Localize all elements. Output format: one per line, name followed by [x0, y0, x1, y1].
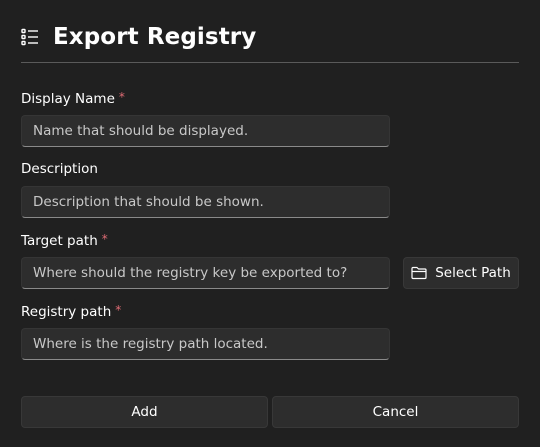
target-path-placeholder: Where should the registry key be exporte… [33, 265, 348, 281]
registry-path-label: Registry path * [21, 303, 121, 320]
registry-path-placeholder: Where is the registry path located. [33, 336, 268, 352]
display-name-input[interactable]: Name that should be displayed. [21, 115, 390, 147]
select-path-button[interactable]: Select Path [403, 257, 519, 289]
display-name-label-text: Display Name [21, 91, 115, 107]
header-divider [21, 62, 519, 63]
list-icon [21, 28, 39, 46]
required-mark: * [115, 303, 122, 317]
folder-icon [411, 266, 427, 280]
registry-path-input[interactable]: Where is the registry path located. [21, 328, 390, 360]
export-registry-dialog: Export Registry Display Name * Name that … [0, 0, 540, 447]
description-label-text: Description [21, 161, 98, 177]
registry-path-label-text: Registry path [21, 304, 112, 320]
select-path-label: Select Path [435, 265, 511, 281]
description-placeholder: Description that should be shown. [33, 194, 264, 210]
cancel-button[interactable]: Cancel [272, 396, 519, 428]
required-mark: * [101, 232, 108, 246]
target-path-label-text: Target path [21, 233, 98, 249]
display-name-label: Display Name * [21, 90, 125, 107]
add-button[interactable]: Add [21, 396, 268, 428]
dialog-header: Export Registry [21, 20, 256, 54]
description-label: Description [21, 161, 98, 177]
dialog-title: Export Registry [53, 24, 257, 50]
description-input[interactable]: Description that should be shown. [21, 186, 390, 218]
target-path-input[interactable]: Where should the registry key be exporte… [21, 257, 390, 289]
target-path-label: Target path * [21, 232, 108, 249]
required-mark: * [118, 90, 125, 104]
display-name-placeholder: Name that should be displayed. [33, 123, 249, 139]
